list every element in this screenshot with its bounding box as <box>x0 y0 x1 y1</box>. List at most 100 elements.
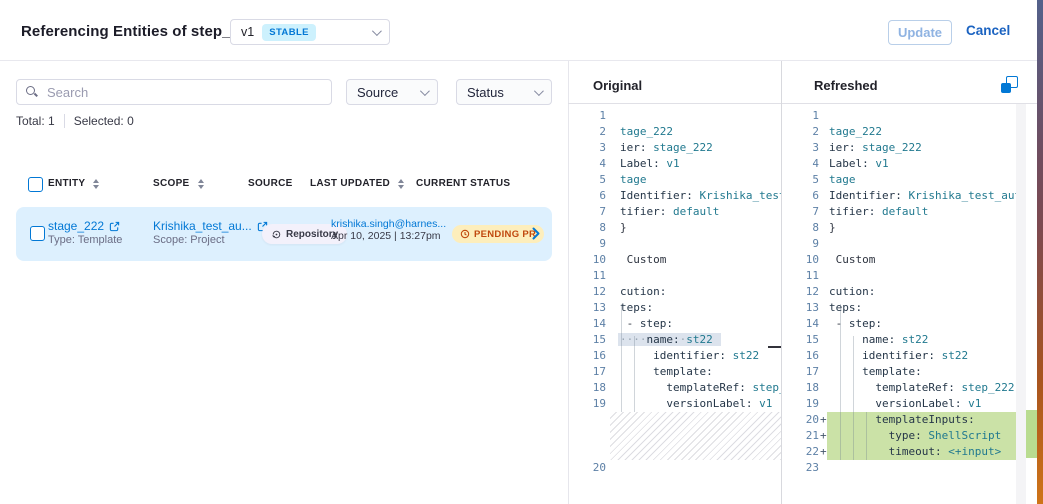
scope-link[interactable]: Krishika_test_au... <box>153 219 252 233</box>
line-number: 3 <box>569 140 606 156</box>
line-code <box>614 108 781 124</box>
sort-arrows-icon[interactable] <box>198 179 204 189</box>
line-number: 13 <box>782 300 819 316</box>
diff-line: 1 <box>782 108 1016 124</box>
added-line-plus <box>819 140 827 156</box>
diff-original-pane[interactable]: 12tage_2223ier: stage_2224Label: v15tage… <box>569 104 781 504</box>
line-code: template: <box>614 364 781 380</box>
line-number: 5 <box>569 172 606 188</box>
added-lines-overview-mark <box>1026 410 1037 458</box>
indent-guide <box>853 336 854 460</box>
diff-line: 16 identifier: st22 <box>569 348 781 364</box>
diff-line: 18 templateRef: step_222 <box>782 380 1016 396</box>
line-number: 10 <box>569 252 606 268</box>
line-number: 14 <box>569 316 606 332</box>
update-button[interactable]: Update <box>888 20 952 45</box>
added-line-plus <box>606 140 614 156</box>
cancel-button[interactable]: Cancel <box>966 23 1010 38</box>
line-number: 8 <box>782 220 819 236</box>
diff-line: 8} <box>782 220 1016 236</box>
diff-scrollbar[interactable] <box>1016 104 1026 504</box>
entity-cell: stage_222 Type: Template <box>48 218 122 246</box>
line-code: templateRef: step_222 <box>827 380 1016 396</box>
copy-icon[interactable] <box>1001 76 1018 93</box>
line-code: - step: <box>827 316 1016 332</box>
source-filter-label: Source <box>357 85 398 100</box>
diff-line: 19 versionLabel: v1 <box>782 396 1016 412</box>
diff-line: 14 - step: <box>782 316 1016 332</box>
added-line-plus <box>819 268 827 284</box>
added-line-plus <box>606 220 614 236</box>
line-code: name: st22 <box>827 332 1016 348</box>
line-number: 16 <box>782 348 819 364</box>
updated-by-link[interactable]: krishika.singh@harnes... <box>331 218 446 230</box>
line-code: Custom <box>614 252 781 268</box>
sort-arrows-icon[interactable] <box>93 179 99 189</box>
version-label: v1 <box>241 25 254 39</box>
chevron-down-icon <box>534 86 544 96</box>
external-link-icon[interactable] <box>109 221 120 232</box>
selected-count: Selected: 0 <box>74 114 134 128</box>
added-line-plus <box>819 188 827 204</box>
modal-header: Referencing Entities of step_222 v1 STAB… <box>0 0 1043 61</box>
line-number: 20 <box>569 460 606 476</box>
added-line-plus <box>819 396 827 412</box>
line-code: templateInputs: <box>827 412 1016 428</box>
column-last-updated[interactable]: LAST UPDATED <box>310 178 404 189</box>
search-input[interactable] <box>47 80 327 104</box>
diff-line: 15 name: st22 <box>782 332 1016 348</box>
diff-line: 12cution: <box>782 284 1016 300</box>
line-number: 17 <box>782 364 819 380</box>
line-code: Identifier: Krishika_test_aut <box>827 188 1016 204</box>
diff-line: 9 <box>569 236 781 252</box>
diff-line: 4Label: v1 <box>569 156 781 172</box>
table-header: ENTITY SCOPE SOURCE LAST UPDATED CURRENT… <box>0 176 568 192</box>
added-line-plus <box>606 396 614 412</box>
diff-line: 18 templateRef: step_222 <box>569 380 781 396</box>
line-code: tage_222 <box>827 124 1016 140</box>
column-entity[interactable]: ENTITY <box>48 178 99 189</box>
chevron-right-icon[interactable] <box>532 227 540 240</box>
sort-arrows-icon[interactable] <box>398 179 404 189</box>
diff-original-title: Original <box>593 78 642 93</box>
line-code: teps: <box>827 300 1016 316</box>
line-number: 12 <box>782 284 819 300</box>
diff-line: 9 <box>782 236 1016 252</box>
version-selector[interactable]: v1 STABLE <box>230 19 390 45</box>
row-checkbox[interactable] <box>30 226 45 241</box>
line-number: 6 <box>569 188 606 204</box>
line-number: 7 <box>569 204 606 220</box>
line-code: teps: <box>614 300 781 316</box>
line-code <box>827 108 1016 124</box>
line-number: 7 <box>782 204 819 220</box>
column-scope[interactable]: SCOPE <box>153 178 204 189</box>
diff-overview-ruler[interactable] <box>1026 104 1037 504</box>
line-number: 18 <box>782 380 819 396</box>
summary-divider <box>64 114 65 128</box>
status-filter-dropdown[interactable]: Status <box>456 79 552 105</box>
added-line-plus <box>606 364 614 380</box>
line-code: tifier: default <box>614 204 781 220</box>
added-line-plus <box>606 316 614 332</box>
entity-link[interactable]: stage_222 <box>48 219 104 233</box>
added-line-plus <box>819 156 827 172</box>
line-number: 4 <box>569 156 606 172</box>
page-title: Referencing Entities of step_222 <box>21 23 256 40</box>
line-number: 15 <box>782 332 819 348</box>
diff-line: 20 <box>569 460 781 476</box>
diff-line: 6Identifier: Krishika_test_aut <box>569 188 781 204</box>
source-filter-dropdown[interactable]: Source <box>346 79 438 105</box>
added-line-plus <box>819 204 827 220</box>
line-code: templateRef: step_222 <box>614 380 781 396</box>
diff-refreshed-pane[interactable]: 12tage_2223ier: stage_2224Label: v15tage… <box>782 104 1016 504</box>
selection-summary: Total: 1 Selected: 0 <box>16 114 134 128</box>
line-number: 17 <box>569 364 606 380</box>
line-number: 14 <box>782 316 819 332</box>
table-row[interactable]: stage_222 Type: Template Krishika_test_a… <box>16 207 552 261</box>
line-code: ier: stage_222 <box>827 140 1016 156</box>
line-code: tage_222 <box>614 124 781 140</box>
added-line-plus <box>819 108 827 124</box>
line-number: 19 <box>782 396 819 412</box>
clock-icon <box>460 229 470 239</box>
last-updated-cell: krishika.singh@harnes... Apr 10, 2025 | … <box>331 218 446 242</box>
